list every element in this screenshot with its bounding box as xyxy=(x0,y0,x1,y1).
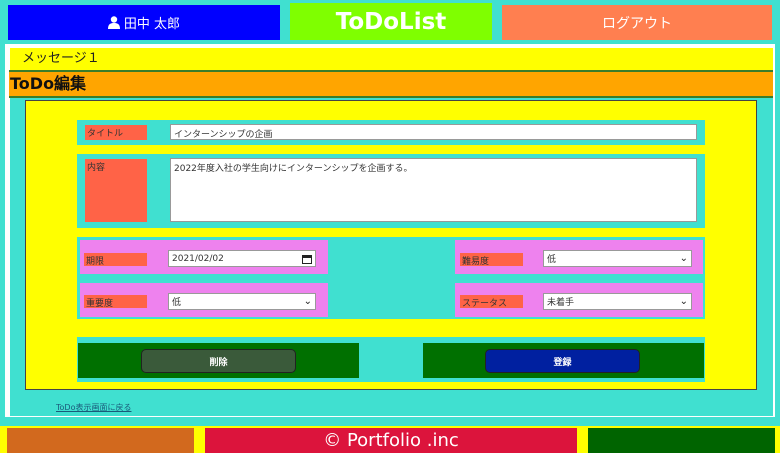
back-to-list-link[interactable]: ToDo表示画面に戻る xyxy=(56,402,131,413)
user-name: 田中 太郎 xyxy=(123,17,181,32)
due-date-label: 期限 xyxy=(84,253,147,267)
message-bar: メッセージ１ xyxy=(10,48,773,70)
chevron-down-icon: ⌄ xyxy=(679,296,688,307)
calendar-icon[interactable] xyxy=(302,254,312,264)
footer-right-block xyxy=(588,428,775,453)
difficulty-value: 低 xyxy=(547,255,557,265)
footer-left-block xyxy=(7,428,194,453)
title-input[interactable]: インターンシップの企画 xyxy=(170,124,697,140)
app-title[interactable]: ToDoList xyxy=(290,3,492,40)
difficulty-select[interactable]: 低 ⌄ xyxy=(543,250,692,267)
footer-copyright: © Portfolio .inc xyxy=(205,428,577,453)
user-button[interactable]: 田中 太郎 xyxy=(8,5,280,40)
register-button[interactable]: 登録 xyxy=(485,349,640,373)
importance-label: 重要度 xyxy=(84,295,147,309)
page-title: ToDo編集 xyxy=(9,70,773,98)
importance-value: 低 xyxy=(172,298,182,308)
user-icon xyxy=(107,16,120,29)
difficulty-label: 難易度 xyxy=(460,253,523,267)
title-label: タイトル xyxy=(85,125,147,140)
due-date-value: 2021/02/02 xyxy=(172,253,224,264)
status-select[interactable]: 未着手 ⌄ xyxy=(543,293,692,310)
due-date-input[interactable]: 2021/02/02 xyxy=(168,250,316,267)
status-label: ステータス xyxy=(460,295,523,309)
chevron-down-icon: ⌄ xyxy=(303,296,312,307)
content-textarea[interactable]: 2022年度入社の学生向けにインターンシップを企画する。 xyxy=(170,158,697,222)
importance-select[interactable]: 低 ⌄ xyxy=(168,293,316,310)
chevron-down-icon: ⌄ xyxy=(679,253,688,264)
status-value: 未着手 xyxy=(547,298,575,308)
logout-button[interactable]: ログアウト xyxy=(502,5,772,40)
delete-button[interactable]: 削除 xyxy=(141,349,296,373)
content-label: 内容 xyxy=(85,159,147,222)
